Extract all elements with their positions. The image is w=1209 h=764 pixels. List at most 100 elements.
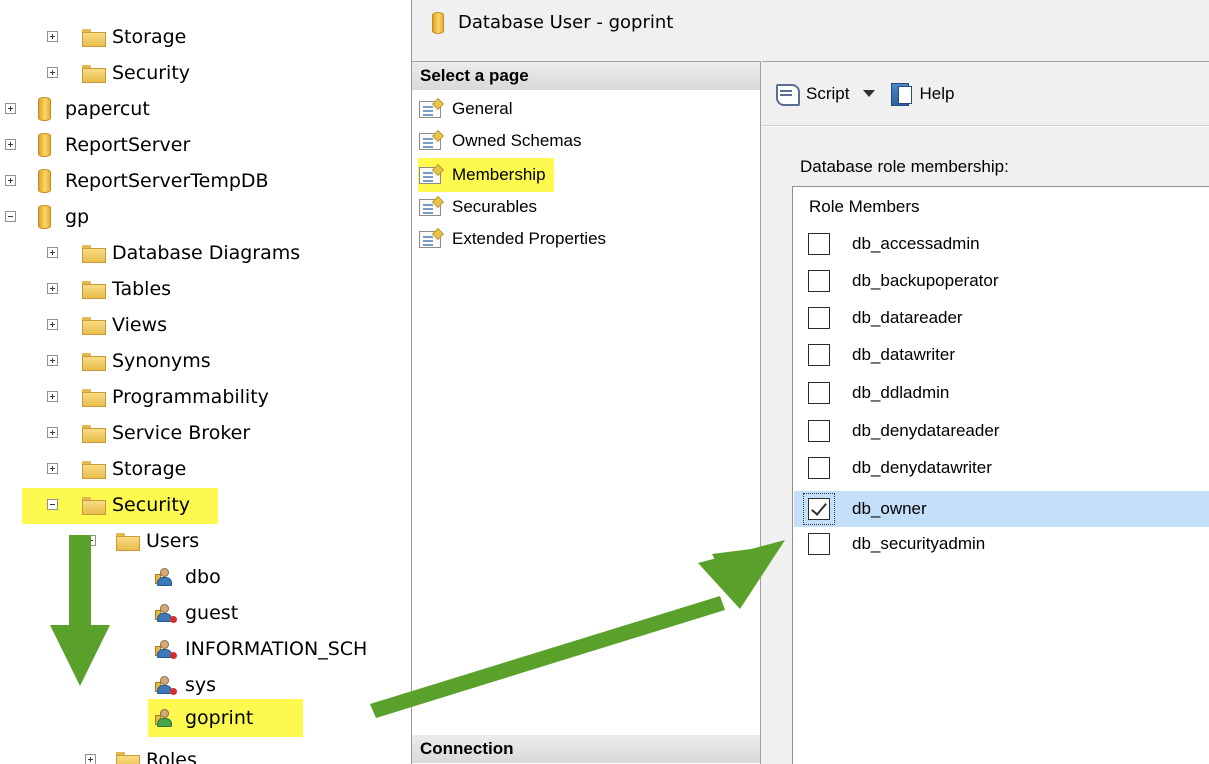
tree-node-user-dbo[interactable]: dbo — [155, 562, 221, 592]
script-button[interactable]: Script — [774, 82, 849, 106]
database-icon — [38, 205, 51, 229]
page-label: General — [452, 99, 513, 118]
role-name: db_denydatareader — [852, 421, 1000, 440]
page-label: Securables — [452, 197, 538, 216]
tree-node-user-goprint[interactable]: goprint — [155, 703, 253, 733]
role-name: db_securityadmin — [852, 534, 986, 553]
tree-node-label: ReportServerTempDB — [65, 170, 269, 192]
role-row-selected[interactable]: db_owner — [794, 491, 1209, 527]
folder-icon — [82, 317, 106, 335]
help-label: Help — [919, 83, 955, 103]
tree-node-synonyms[interactable]: Synonyms — [82, 346, 211, 376]
database-icon — [432, 11, 444, 34]
tree-node-label: Service Broker — [112, 422, 251, 444]
tree-node-label: guest — [185, 602, 239, 624]
expand-icon[interactable] — [47, 319, 58, 330]
collapse-icon[interactable] — [47, 499, 58, 510]
expand-icon[interactable] — [5, 103, 16, 114]
expand-icon[interactable] — [5, 139, 16, 150]
script-dropdown-arrow-icon[interactable] — [863, 90, 876, 97]
page-properties-icon — [418, 196, 444, 218]
role-checkbox[interactable] — [808, 457, 830, 479]
role-row[interactable]: db_denydatareader — [794, 415, 1209, 447]
expand-icon[interactable] — [47, 427, 58, 438]
tree-node-tables[interactable]: Tables — [82, 274, 171, 304]
expand-icon[interactable] — [47, 391, 58, 402]
collapse-icon[interactable] — [5, 211, 16, 222]
page-extended-properties[interactable]: Extended Properties — [418, 226, 606, 252]
folder-icon — [82, 29, 106, 47]
tree-node-roles[interactable]: Roles — [116, 745, 197, 764]
role-name: db_ddladmin — [852, 383, 950, 402]
folder-icon — [116, 752, 140, 764]
tree-node-label: Security — [112, 494, 191, 516]
role-row[interactable]: db_accessadmin — [794, 228, 1209, 260]
tree-node-security[interactable]: Security — [82, 58, 190, 88]
folder-icon — [82, 353, 106, 371]
script-label: Script — [806, 83, 850, 103]
tree-node-service-broker[interactable]: Service Broker — [82, 418, 250, 448]
tree-node-label: papercut — [65, 98, 150, 120]
tree-node-database-diagrams[interactable]: Database Diagrams — [82, 238, 300, 268]
tree-node-label: Database Diagrams — [112, 242, 301, 264]
page-properties-icon — [418, 98, 444, 120]
page-selector-pane: Select a page General Owned Schemas Memb… — [412, 61, 761, 764]
role-checkbox[interactable] — [808, 344, 830, 366]
tree-node-user-guest[interactable]: guest — [155, 598, 238, 628]
role-grid-header: Role Members — [809, 197, 920, 216]
role-checkbox[interactable] — [808, 270, 830, 292]
tree-node-label: Storage — [112, 26, 187, 48]
role-row[interactable]: db_denydatawriter — [794, 452, 1209, 484]
role-row[interactable]: db_backupoperator — [794, 265, 1209, 297]
expand-icon[interactable] — [47, 67, 58, 78]
tree-node-label: Storage — [112, 458, 187, 480]
tree-node-database-reportserver[interactable]: ReportServer — [38, 130, 190, 160]
dialog-titlebar: Database User - goprint — [412, 0, 1209, 61]
tree-node-user-information-schema[interactable]: INFORMATION_SCH — [155, 634, 367, 664]
role-name: db_denydatawriter — [852, 458, 992, 477]
tree-node-users[interactable]: Users — [116, 526, 199, 556]
expand-icon[interactable] — [47, 355, 58, 366]
tree-node-security-gp[interactable]: Security — [82, 490, 190, 520]
role-checkbox-checked[interactable] — [808, 498, 830, 520]
role-row[interactable]: db_securityadmin — [794, 528, 1209, 560]
role-checkbox[interactable] — [808, 307, 830, 329]
tree-node-label: Programmability — [112, 386, 269, 408]
role-row[interactable]: db_ddladmin — [794, 377, 1209, 409]
expand-icon[interactable] — [47, 463, 58, 474]
expand-icon[interactable] — [85, 754, 96, 764]
role-checkbox[interactable] — [808, 382, 830, 404]
user-disabled-icon — [155, 603, 177, 623]
page-membership[interactable]: Membership — [418, 158, 554, 192]
tree-node-database-reportservertempdb[interactable]: ReportServerTempDB — [38, 166, 269, 196]
role-checkbox[interactable] — [808, 420, 830, 442]
folder-icon — [82, 389, 106, 407]
expand-icon[interactable] — [47, 31, 58, 42]
tree-node-label: Security — [112, 62, 191, 84]
tree-node-views[interactable]: Views — [82, 310, 167, 340]
page-owned-schemas[interactable]: Owned Schemas — [418, 128, 581, 154]
tree-node-label: dbo — [185, 566, 221, 588]
role-row[interactable]: db_datareader — [794, 302, 1209, 334]
role-checkbox[interactable] — [808, 233, 830, 255]
page-securables[interactable]: Securables — [418, 194, 537, 220]
role-checkbox[interactable] — [808, 533, 830, 555]
folder-icon — [82, 497, 106, 515]
role-row[interactable]: db_datawriter — [794, 339, 1209, 371]
collapse-icon[interactable] — [85, 535, 96, 546]
page-general[interactable]: General — [418, 96, 512, 122]
expand-icon[interactable] — [5, 175, 16, 186]
tree-node-database-papercut[interactable]: papercut — [38, 94, 150, 124]
expand-icon[interactable] — [47, 247, 58, 258]
dialog-toolbar: Script Help — [762, 62, 1209, 126]
expand-icon[interactable] — [47, 283, 58, 294]
tree-node-storage-gp[interactable]: Storage — [82, 454, 186, 484]
role-name: db_datareader — [852, 308, 963, 327]
user-icon — [155, 708, 175, 728]
help-button[interactable]: Help — [889, 82, 954, 106]
tree-node-storage[interactable]: Storage — [82, 22, 186, 52]
tree-node-programmability[interactable]: Programmability — [82, 382, 269, 412]
tree-node-user-sys[interactable]: sys — [155, 670, 216, 700]
folder-icon — [82, 281, 106, 299]
tree-node-database-gp[interactable]: gp — [38, 202, 89, 232]
